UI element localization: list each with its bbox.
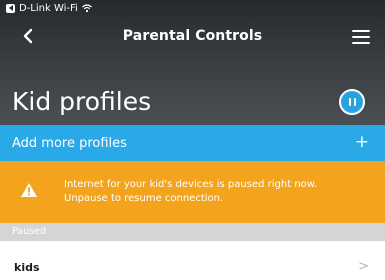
warning-icon [21, 183, 37, 197]
section-header-paused: Paused [0, 223, 385, 241]
header-panel: D-Link Wi-Fi Parental Controls Kid profi… [0, 0, 385, 125]
section-title: Kid profiles [12, 87, 152, 116]
add-profiles-button[interactable]: Add more profiles + [0, 125, 385, 161]
profile-name: kids [14, 261, 40, 274]
nav-bar: Parental Controls [0, 18, 385, 54]
warning-line-1: Internet for your kid's devices is pause… [64, 179, 318, 190]
status-bar: D-Link Wi-Fi [6, 1, 92, 15]
add-profiles-label: Add more profiles [12, 136, 127, 151]
warning-line-2: Unpause to resume connection. [64, 193, 224, 204]
chevron-right-icon: > [358, 259, 369, 274]
plus-icon: + [354, 132, 369, 152]
profile-row[interactable]: kids > [0, 241, 385, 280]
back-to-app-icon [6, 3, 15, 13]
warning-message: Internet for your kid's devices is pause… [64, 178, 317, 206]
section-label: Paused [12, 226, 46, 237]
page-title: Parental Controls [122, 28, 263, 44]
wifi-icon [81, 4, 92, 13]
paused-warning-banner: Internet for your kid's devices is pause… [0, 161, 385, 223]
pause-toggle-button[interactable] [339, 89, 365, 115]
network-name: D-Link Wi-Fi [19, 2, 78, 14]
menu-icon[interactable] [352, 30, 370, 44]
